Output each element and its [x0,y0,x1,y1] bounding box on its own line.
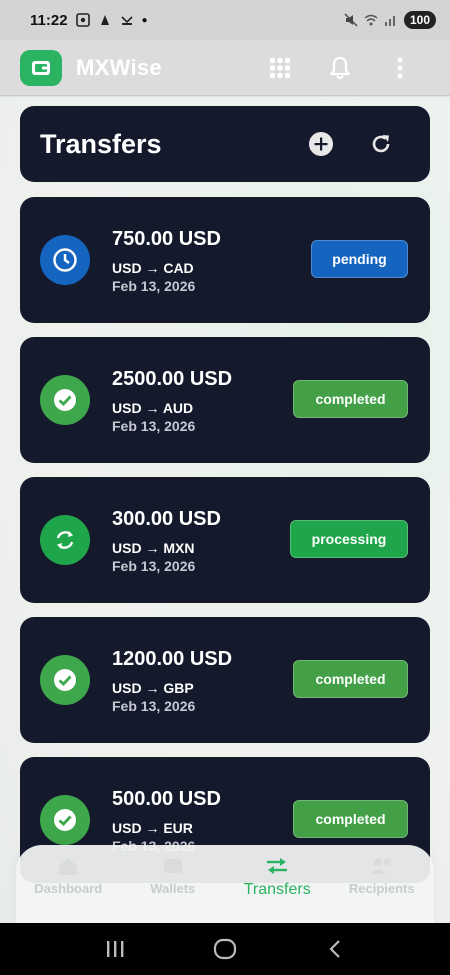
more-vertical-icon [397,57,403,78]
status-indicator [40,235,90,285]
add-transfer-button[interactable] [308,131,334,157]
nav-item-transfers[interactable]: Transfers [225,855,329,899]
clock-icon [53,248,77,272]
home-pill-icon [213,938,237,960]
nav-label: Wallets [150,881,196,896]
transfer-amount: 500.00 USD [112,788,221,810]
transfer-amount: 750.00 USD [112,228,221,250]
transfer-date: Feb 13, 2026 [112,418,196,434]
transfer-amount: 1200.00 USD [112,648,233,670]
transfer-card[interactable]: 2500.00 USD USD → AUD Feb 13, 2026 compl… [20,337,430,463]
system-navigation-bar [0,923,450,975]
status-time: 11:22 [30,11,68,29]
status-indicator [40,515,90,565]
transfer-card[interactable]: 300.00 USD USD → MXN Feb 13, 2026 proces… [20,477,430,603]
people-icon [370,858,391,874]
main-content: Transfers 750.00 USD USD → CAD Feb 13, 2… [0,97,450,923]
more-notifications-dot-icon: ● [141,14,148,26]
back-button[interactable] [315,934,355,964]
nav-item-wallets[interactable]: Wallets [121,855,225,896]
wifi-icon [364,14,378,26]
check-icon [54,809,76,831]
add-circle-icon [309,132,333,156]
status-badge: pending [311,240,408,278]
swap-icon [267,858,288,874]
mute-icon [344,13,358,27]
notifications-button[interactable] [310,48,370,88]
app-logo [20,49,62,86]
transfer-route: USD → CAD [112,260,194,276]
recent-apps-icon [107,941,124,957]
transfer-route: USD → GBP [112,680,194,696]
status-indicator [40,375,90,425]
home-icon [59,858,78,875]
wallet-logo-icon [32,60,50,75]
transfer-date: Feb 13, 2026 [112,278,196,294]
home-button[interactable] [205,934,245,964]
transfer-amount: 300.00 USD [112,508,221,530]
grid-icon [270,57,290,78]
transfer-date: Feb 13, 2026 [112,698,196,714]
refresh-icon [372,135,390,153]
back-icon [329,940,340,958]
transfer-route: USD → EUR [112,820,193,836]
bottom-navigation: Dashboard Wallets Transfers Recipients [16,845,434,925]
check-icon [54,669,76,691]
status-badge: completed [293,660,408,698]
sync-icon [56,531,74,549]
wallet-icon [163,859,182,873]
nav-label: Recipients [348,881,415,896]
status-badge: completed [293,380,408,418]
status-bar: 11:22 ● 100 [0,0,450,40]
signal-icon [384,16,395,26]
apps-grid-button[interactable] [250,48,310,88]
page-title: Transfers [40,128,162,159]
more-options-button[interactable] [370,48,430,88]
transfer-amount: 2500.00 USD [112,368,233,390]
transfer-card[interactable]: 750.00 USD USD → CAD Feb 13, 2026 pendin… [20,197,430,323]
check-icon [54,389,76,411]
status-badge: completed [293,800,408,838]
nav-label: Transfers [243,881,311,898]
bell-icon [329,56,351,79]
nav-item-recipients[interactable]: Recipients [330,855,434,896]
battery-indicator: 100 [403,11,436,29]
transfers-header-card: Transfers [20,106,430,182]
refresh-button[interactable] [368,131,394,157]
status-indicator [40,795,90,845]
transfer-card[interactable]: 1200.00 USD USD → GBP Feb 13, 2026 compl… [20,617,430,743]
app-bar: MXWise [0,40,450,96]
transfer-route: USD → MXN [112,540,195,556]
recent-apps-button[interactable] [95,934,135,964]
app-title: MXWise [76,54,162,80]
transfer-date: Feb 13, 2026 [112,558,196,574]
app-notification-icon [100,15,109,25]
nav-item-dashboard[interactable]: Dashboard [16,855,120,896]
missed-call-icon [120,16,133,25]
transfer-route: USD → AUD [112,400,194,416]
status-indicator [40,655,90,705]
status-badge: processing [290,520,408,558]
nav-label: Dashboard [34,881,103,896]
screenshot-icon [75,13,90,27]
